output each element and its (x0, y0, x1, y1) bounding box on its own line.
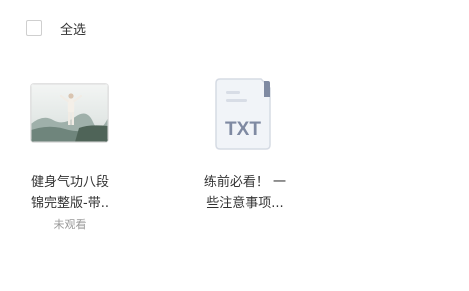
video-thumbnail[interactable] (31, 84, 108, 142)
file-name: 练前必看！ 一 些注意事项... (185, 172, 305, 214)
file-name-line1: 健身气功八段 (30, 175, 109, 190)
txt-file-icon[interactable]: TXT (214, 77, 274, 155)
file-name: 健身气功八段 锦完整版-带.. (10, 172, 130, 214)
txt-badge: TXT (225, 119, 261, 140)
video-thumbnail-area (10, 74, 130, 154)
select-all-control[interactable]: 全选 (26, 18, 86, 38)
file-item-txt[interactable]: TXT 练前必看！ 一 些注意事项... (185, 74, 305, 214)
file-name-line1: 练前必看！ 一 (203, 175, 287, 190)
file-item-video[interactable]: 健身气功八段 锦完整版-带.. 未观看 (10, 74, 130, 232)
select-all-label: 全选 (60, 22, 87, 38)
video-thumbnail-image (31, 84, 108, 142)
file-name-line2: 锦完整版-带.. (31, 196, 109, 211)
txt-icon-area: TXT (185, 74, 305, 154)
select-all-checkbox[interactable] (26, 20, 42, 36)
watch-status-label: 未观看 (53, 218, 87, 231)
file-name-line2: 些注意事项... (206, 196, 284, 211)
